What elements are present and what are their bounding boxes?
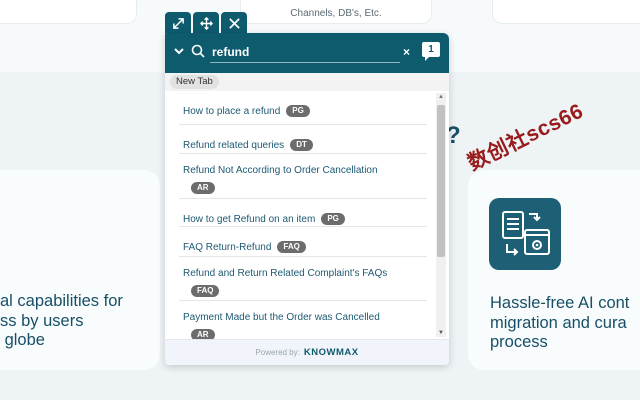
close-button[interactable] (221, 12, 247, 34)
result-title[interactable]: Refund and Return Related Complaint's FA… (183, 267, 427, 281)
move-button[interactable] (193, 12, 219, 34)
clear-search-button[interactable]: × (403, 45, 410, 59)
search-widget: × 1 New Tab How to place a refund PG Refu… (165, 33, 449, 365)
result-tag: PG (286, 105, 310, 117)
result-item[interactable]: How to place a refund PG (179, 91, 427, 125)
result-tag: AR (191, 329, 215, 339)
result-item[interactable]: Payment Made but the Order was Cancelled… (179, 301, 427, 339)
search-icon (191, 44, 205, 58)
widget-footer: Powered by: KNOWMAX (165, 339, 449, 365)
tab-strip: New Tab (165, 73, 449, 91)
search-input[interactable] (210, 42, 400, 63)
expand-button[interactable] (165, 12, 191, 34)
result-item[interactable]: FAQ Return-Refund FAQ (179, 227, 427, 257)
tab-new-tab[interactable]: New Tab (170, 75, 219, 89)
result-item[interactable]: How to get Refund on an item PG (179, 199, 427, 227)
scroll-down-arrow-icon[interactable]: ▼ (437, 329, 445, 337)
result-count-badge[interactable]: 1 (422, 42, 440, 61)
result-title[interactable]: Refund Not According to Order Cancellati… (183, 164, 427, 178)
result-title[interactable]: How to get Refund on an item (183, 214, 315, 225)
move-icon (199, 16, 213, 30)
result-item[interactable]: Refund Not According to Order Cancellati… (179, 154, 427, 199)
result-item[interactable]: Refund related queries DT (179, 125, 427, 154)
close-icon (228, 17, 240, 29)
result-tag: FAQ (191, 285, 220, 297)
result-item[interactable]: Refund and Return Related Complaint's FA… (179, 257, 427, 301)
results-list: How to place a refund PG Refund related q… (165, 91, 449, 339)
result-tag: PG (321, 213, 345, 225)
widget-header: × 1 (165, 33, 449, 73)
result-tag: AR (191, 182, 215, 194)
scroll-up-arrow-icon[interactable]: ▲ (437, 93, 445, 101)
result-title[interactable]: FAQ Return-Refund (183, 242, 271, 253)
expand-icon (172, 17, 184, 29)
result-tag: DT (290, 139, 313, 151)
scrollbar-thumb[interactable] (437, 105, 445, 257)
background-feature-text-left: al capabilities for ss by users globe (0, 292, 123, 349)
background-card-top-mid: Channels, DB's, Etc. (240, 0, 432, 24)
result-title[interactable]: Refund related queries (183, 140, 284, 151)
background-card-top-right (492, 0, 640, 24)
brand-logo-text[interactable]: KNOWMAX (304, 347, 359, 358)
powered-by-label: Powered by: (255, 348, 300, 357)
background-card-top-left (0, 0, 137, 24)
watermark: 数创社scs66 (464, 99, 587, 176)
background-feature-text-right: Hassle-free AI cont migration and cura p… (490, 294, 630, 351)
results-scrollbar[interactable]: ▲ ▼ (436, 93, 446, 337)
widget-controls (165, 12, 247, 34)
chevron-down-icon[interactable] (173, 45, 185, 57)
result-tag: FAQ (277, 241, 306, 253)
result-title[interactable]: How to place a refund (183, 106, 280, 117)
result-title[interactable]: Payment Made but the Order was Cancelled (183, 311, 427, 325)
background-card-text: Channels, DB's, Etc. (290, 8, 382, 19)
migration-icon (489, 198, 561, 270)
